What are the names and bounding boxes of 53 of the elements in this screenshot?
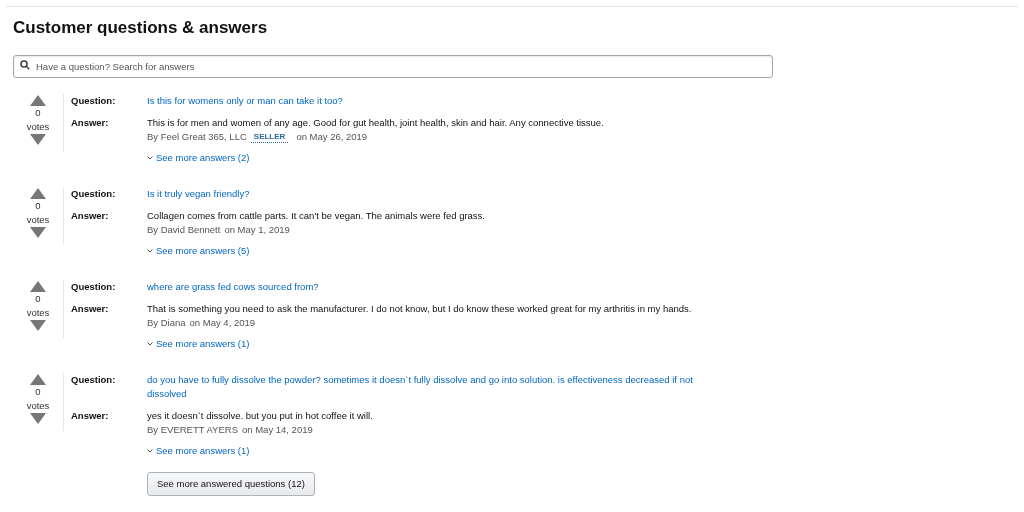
votes-label: votes	[26, 306, 50, 320]
vote-count: 0	[35, 106, 41, 120]
question-label: Question:	[71, 373, 117, 387]
see-more-answers-link[interactable]: See more answers (1)	[147, 337, 692, 351]
answer-text: This is for men and women of any age. Good for gut health, joint health, skin and hair. Any connective tissue.	[147, 116, 604, 130]
vote-count: 0	[35, 385, 41, 399]
see-more-answers-link[interactable]: See more answers (2)	[147, 151, 604, 165]
answer-date: on May 1, 2019	[224, 223, 290, 237]
answer-text: Collagen comes from cattle parts. It can't be vegan. The animals were fed grass.	[147, 209, 485, 223]
vote-count: 0	[35, 199, 41, 213]
answer-text: That is something you need to ask the manufacturer. I do not know, but I do know these worked great for my arthritis in my hands.	[147, 302, 692, 316]
answer-date: on May 26, 2019	[296, 130, 368, 144]
question-label: Question:	[71, 94, 117, 108]
see-more-questions-button[interactable]: See more answered questions (12)	[147, 472, 315, 496]
vote-count: 0	[35, 292, 41, 306]
answer-label: Answer:	[71, 209, 110, 223]
answer-date: on May 4, 2019	[189, 316, 256, 330]
answer-author: By Feel Great 365, LLC	[147, 130, 247, 144]
section-title: Customer questions & answers	[13, 17, 269, 39]
answer-label: Answer:	[71, 302, 110, 316]
caret-icon	[147, 342, 153, 346]
answer-author: By David Bennett	[147, 223, 221, 237]
see-more-answers-link[interactable]: See more answers (1)	[147, 444, 373, 458]
downvote-icon[interactable]	[30, 134, 46, 145]
caret-icon	[147, 449, 153, 453]
search-icon	[20, 59, 30, 70]
upvote-icon[interactable]	[30, 188, 46, 199]
question-link[interactable]: do you have to fully dissolve the powder? sometimes it doesn`t fully dissolve and go into solution. is effectiveness decreased if not dissolved	[147, 373, 732, 401]
answer-label: Answer:	[71, 409, 110, 423]
votes-label: votes	[26, 213, 50, 227]
search-field[interactable]: Have a question? Search for answers	[13, 55, 773, 78]
upvote-icon[interactable]	[30, 95, 46, 106]
downvote-icon[interactable]	[30, 320, 46, 331]
answer-label: Answer:	[71, 116, 110, 130]
downvote-icon[interactable]	[30, 227, 46, 238]
caret-icon	[147, 249, 153, 253]
see-more-answers-link[interactable]: See more answers (5)	[147, 244, 485, 258]
question-label: Question:	[71, 280, 117, 294]
question-link[interactable]: Is this for womens only or man can take it too?	[147, 94, 732, 108]
question-link[interactable]: Is it truly vegan friendly?	[147, 187, 732, 201]
downvote-icon[interactable]	[30, 413, 46, 424]
answer-text: yes it doesn`t dissolve. but you put in hot coffee it will.	[147, 409, 373, 423]
votes-label: votes	[26, 399, 50, 413]
upvote-icon[interactable]	[30, 374, 46, 385]
upvote-icon[interactable]	[30, 281, 46, 292]
question-link[interactable]: where are grass fed cows sourced from?	[147, 280, 732, 294]
seller-badge: SELLER	[250, 131, 289, 143]
caret-icon	[147, 156, 153, 160]
votes-label: votes	[26, 120, 50, 134]
question-label: Question:	[71, 187, 117, 201]
answer-author: By Diana	[147, 316, 186, 330]
answer-date: on May 14, 2019	[242, 423, 313, 437]
answer-author: By EVERETT AYERS	[147, 423, 238, 437]
